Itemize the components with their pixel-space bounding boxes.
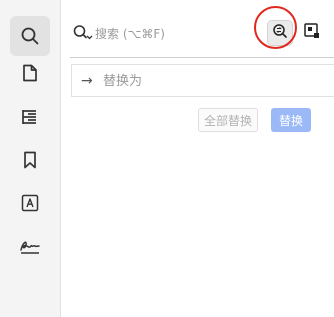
sidebar-item-bookmarks[interactable]	[10, 140, 50, 180]
sidebar-item-pages[interactable]	[10, 53, 50, 93]
toggle-replace-button[interactable]	[267, 20, 293, 46]
sidebar-item-outline[interactable]	[10, 97, 50, 137]
search-input[interactable]	[95, 25, 215, 43]
search-panel: → 全部替换 替换	[61, 0, 334, 317]
search-divider	[70, 57, 334, 58]
replace-all-button[interactable]: 全部替换	[198, 108, 258, 132]
replace-button[interactable]: 替换	[271, 108, 311, 132]
replace-bar: →	[71, 64, 334, 97]
search-settings-button[interactable]	[301, 22, 323, 44]
sidebar-item-signatures[interactable]	[10, 226, 50, 266]
sidebar-item-text-boxes[interactable]	[10, 183, 50, 223]
bookmark-icon	[20, 150, 40, 170]
sidebar-item-search[interactable]	[10, 16, 50, 56]
replace-arrow-icon: →	[81, 73, 93, 89]
signature-icon	[18, 236, 42, 256]
search-options-icon	[303, 22, 321, 44]
replace-input[interactable]	[103, 72, 283, 90]
page-icon	[20, 63, 40, 83]
text-box-icon	[20, 193, 40, 213]
left-tool-rail	[0, 0, 61, 317]
replace-toggle-icon	[272, 23, 288, 43]
search-options-dropdown-icon[interactable]	[72, 23, 94, 43]
outline-icon	[20, 107, 40, 127]
search-bar	[61, 6, 334, 50]
search-icon	[20, 26, 40, 46]
